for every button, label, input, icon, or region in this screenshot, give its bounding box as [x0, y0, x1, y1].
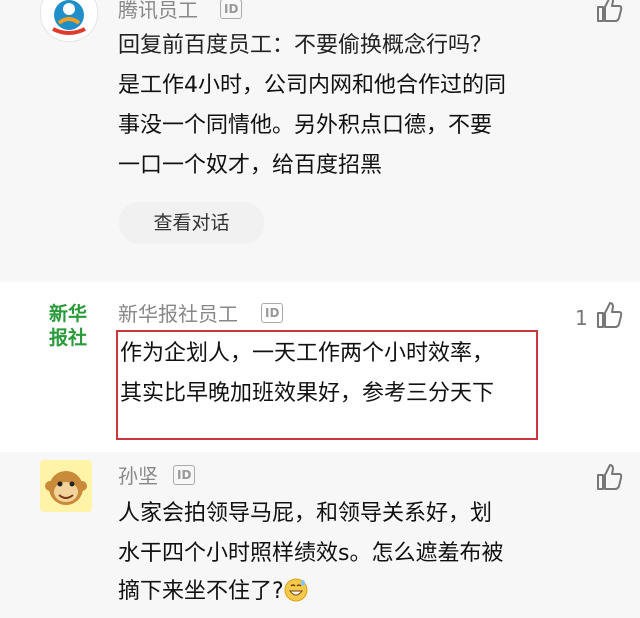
username[interactable]: 腾讯员工	[118, 0, 198, 22]
id-badge: ID	[220, 0, 243, 19]
thumbs-up-icon[interactable]	[594, 300, 624, 330]
comment-text-line: 其实比早晚加班效果好，参考三分天下	[120, 381, 495, 406]
comment-text-line: 水干四个小时照样绩效s。怎么遮羞布被	[118, 541, 504, 566]
comment-text-line: 摘下来坐不住了?	[118, 572, 308, 612]
comment-2: 新华 报社 新华报社员工 ID 1 作为企划人，一天工作两个小时效率， 其实比早…	[0, 282, 640, 452]
comment-text-line: 回复前百度员工：不要偷换概念行吗？	[118, 33, 493, 58]
username[interactable]: 新华报社员工	[118, 302, 238, 326]
comment-text-line: 事没一个同情他。另外积点口德，不要	[118, 113, 493, 138]
xinhua-avatar[interactable]: 新华 报社	[40, 302, 96, 352]
avatar-text: 新华	[48, 303, 87, 325]
comment-text-line: 是工作4小时，公司内网和他合作过的同	[118, 73, 506, 98]
comment-1: 腾讯员工 ID 回复前百度员工：不要偷换概念行吗？ 是工作4小时，公司内网和他合…	[0, 0, 640, 282]
thumbs-up-icon[interactable]	[594, 0, 624, 24]
monkey-face-icon[interactable]	[40, 460, 92, 512]
grinning-sweat-emoji-icon	[284, 578, 308, 602]
id-badge: ID	[173, 465, 196, 485]
tencent-logo-icon[interactable]	[40, 0, 98, 42]
comment-text-line: 作为企划人，一天工作两个小时效率，	[120, 341, 495, 366]
thumbs-up-icon[interactable]	[594, 462, 624, 492]
comment-text-line: 人家会拍领导马屁，和领导关系好，划	[118, 501, 493, 526]
like-count: 1	[575, 306, 588, 330]
avatar-text: 报社	[48, 327, 87, 349]
comment-3: 孙坚 ID 人家会拍领导马屁，和领导关系好，划 水干四个小时照样绩效s。怎么遮羞…	[0, 452, 640, 618]
view-dialog-button[interactable]: 查看对话	[119, 202, 264, 244]
id-badge: ID	[261, 303, 284, 323]
comment-text: 摘下来坐不住了?	[118, 579, 284, 604]
comment-text-line: 一口一个奴才，给百度招黑	[118, 153, 383, 178]
username[interactable]: 孙坚	[118, 464, 158, 488]
